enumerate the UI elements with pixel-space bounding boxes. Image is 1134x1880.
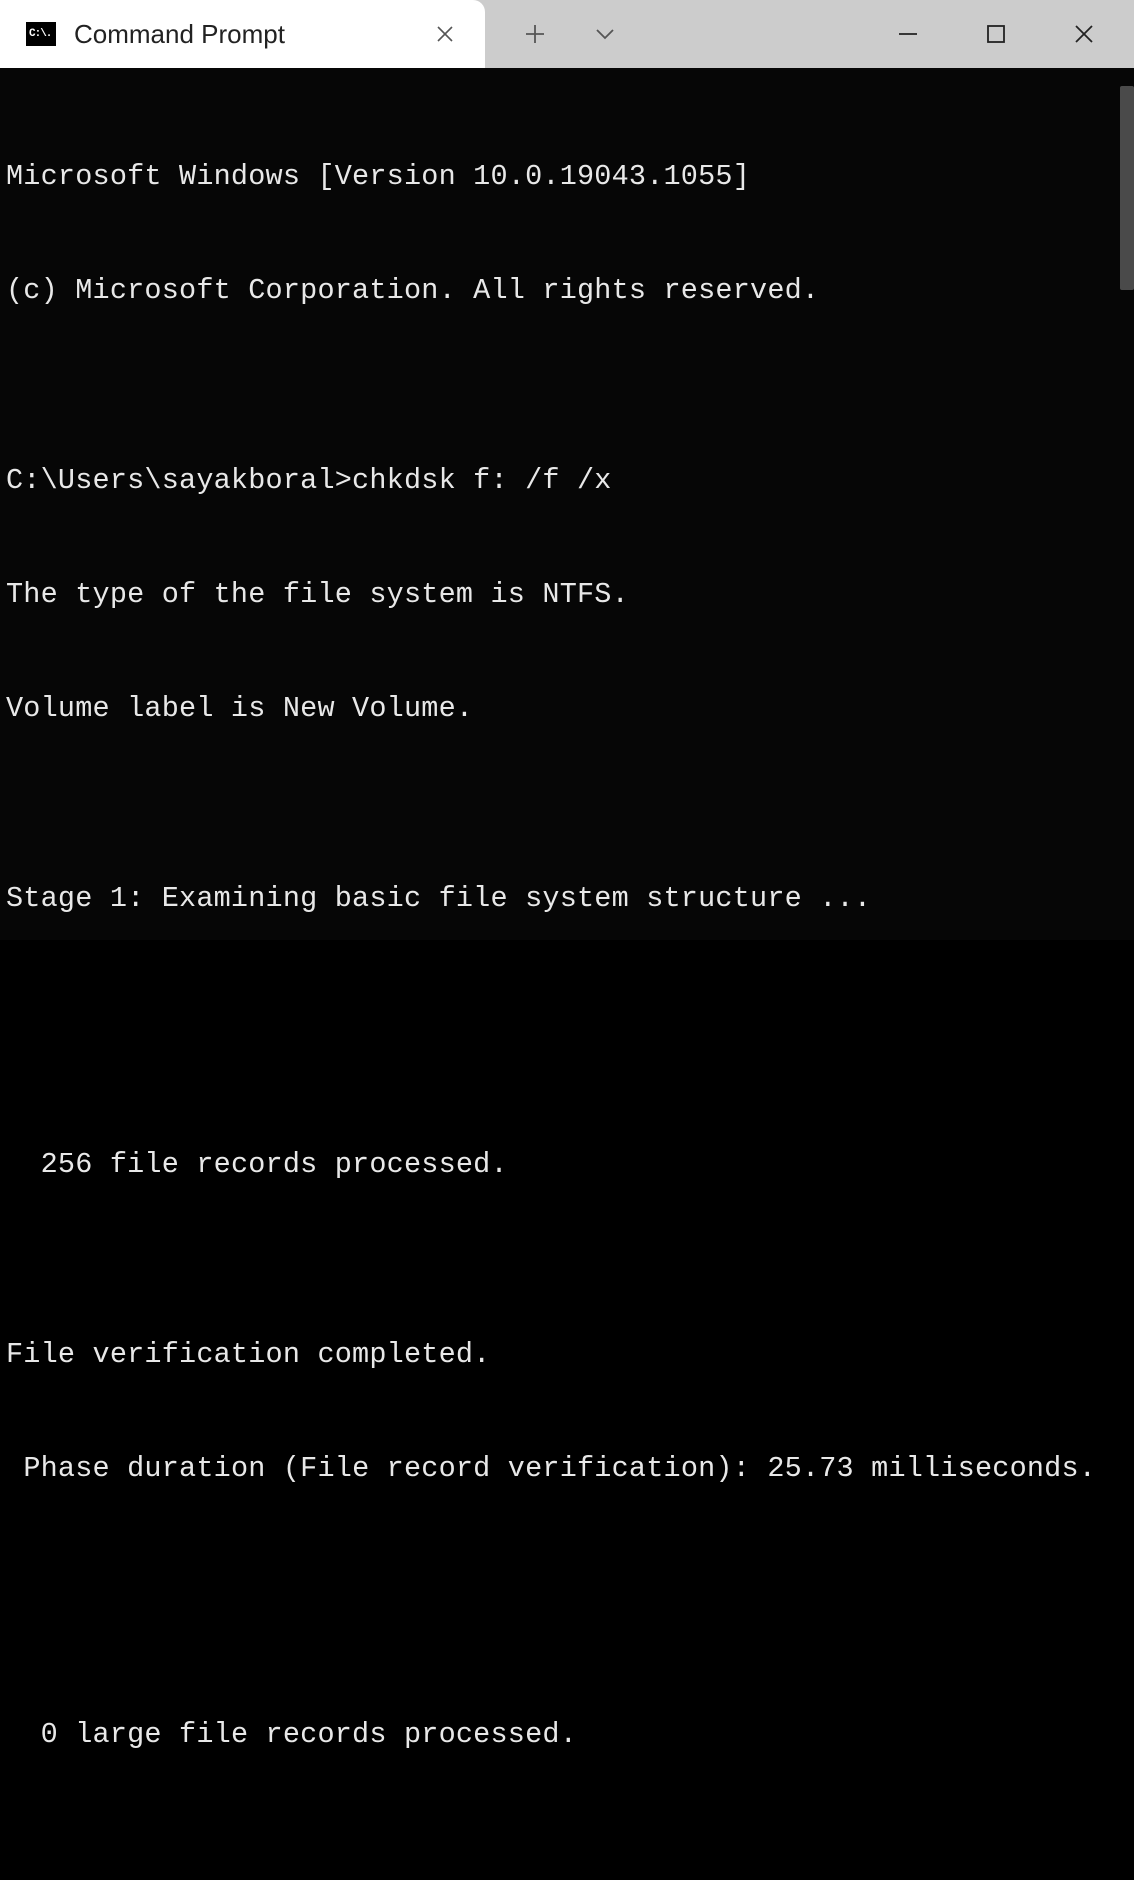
cmd-icon-text: C:\. (29, 28, 51, 40)
scrollbar-thumb[interactable] (1120, 86, 1134, 290)
tab-command-prompt[interactable]: C:\. Command Prompt (0, 0, 485, 68)
close-icon (1073, 23, 1095, 45)
plus-icon (524, 23, 546, 45)
terminal-line: Volume label is New Volume. (6, 690, 1128, 728)
terminal-line: C:\Users\sayakboral>chkdsk f: /f /x (6, 462, 1128, 500)
scrollbar-track[interactable] (1120, 68, 1134, 940)
terminal-line: 256 file records processed. (6, 1146, 1128, 1184)
minimize-icon (897, 23, 919, 45)
tab-close-button[interactable] (429, 18, 461, 50)
tab-dropdown-button[interactable] (585, 14, 625, 54)
terminal-line: Microsoft Windows [Version 10.0.19043.10… (6, 158, 1128, 196)
terminal-line: Phase duration (File record verification… (6, 1450, 1128, 1488)
maximize-icon (985, 23, 1007, 45)
minimize-button[interactable] (888, 14, 928, 54)
maximize-button[interactable] (976, 14, 1016, 54)
chevron-down-icon (594, 27, 616, 41)
terminal-line: File verification completed. (6, 1336, 1128, 1374)
tab-title: Command Prompt (74, 19, 285, 50)
window-controls (888, 0, 1134, 68)
close-icon (436, 25, 454, 43)
terminal-line: The type of the file system is NTFS. (6, 576, 1128, 614)
terminal-line: 0 large file records processed. (6, 1716, 1128, 1754)
tab-area: C:\. Command Prompt (0, 0, 625, 68)
titlebar: C:\. Command Prompt (0, 0, 1134, 68)
close-window-button[interactable] (1064, 14, 1104, 54)
terminal-line: (c) Microsoft Corporation. All rights re… (6, 272, 1128, 310)
tab-actions (485, 0, 625, 68)
cmd-icon: C:\. (26, 22, 56, 46)
terminal-output[interactable]: Microsoft Windows [Version 10.0.19043.10… (0, 68, 1134, 940)
new-tab-button[interactable] (515, 14, 555, 54)
terminal-line: Stage 1: Examining basic file system str… (6, 880, 1128, 918)
